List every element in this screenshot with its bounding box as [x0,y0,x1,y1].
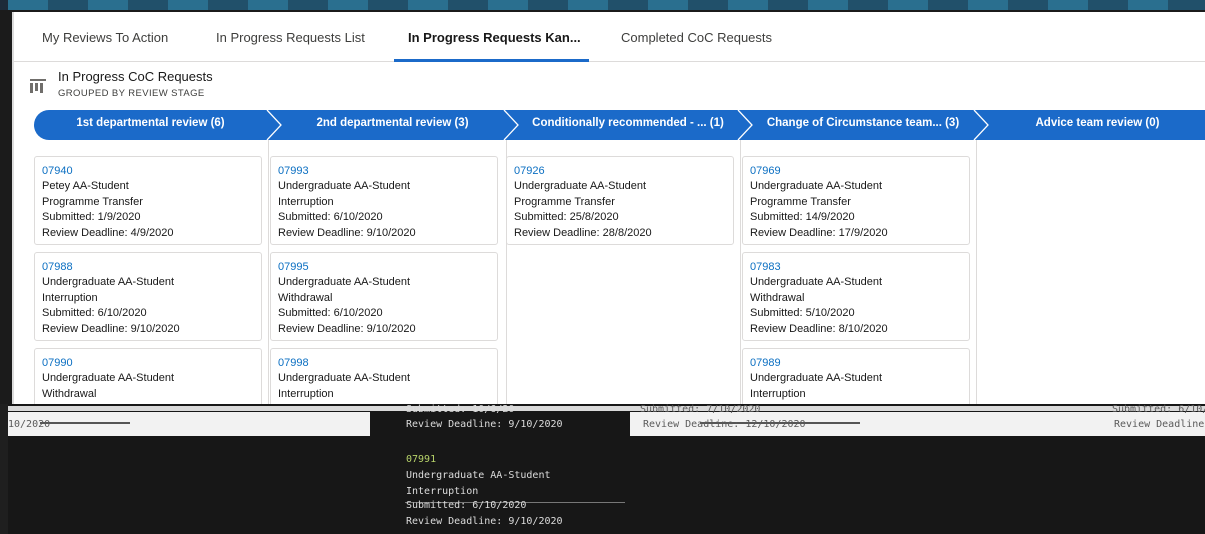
submitted-date: Submitted: 5/10/2020 [750,307,855,319]
request-id-link[interactable]: 07993 [278,164,497,179]
student-name: Undergraduate AA-Student [278,276,411,288]
review-deadline: Review Deadline: 9/10/2020 [278,226,416,239]
review-deadline: Review Deadline: 9/10/2020 [278,322,416,335]
glitch-edge [0,404,8,534]
tab-completed[interactable]: Completed CoC Requests [621,30,772,45]
review-deadline: Review Deadline: 8/10/2020 [750,322,888,335]
request-type: Interruption [750,387,806,400]
window-top-strip [0,0,1205,10]
request-id-link[interactable]: 07926 [514,164,733,179]
submitted-date: Submitted: 1/9/2020 [42,211,141,223]
request-card[interactable]: 07940 Petey AA-Student Programme Transfe… [34,156,262,245]
request-type: Interruption [278,195,334,208]
request-card[interactable]: 07993 Undergraduate AA-Student Interrupt… [270,156,498,245]
request-type: Programme Transfer [750,195,851,208]
request-card[interactable]: 07926 Undergraduate AA-Student Programme… [506,156,734,245]
request-card[interactable]: 07983 Undergraduate AA-Student Withdrawa… [742,252,970,341]
stage-2nd-departmental[interactable]: 2nd departmental review (3) [281,117,504,129]
glitch-text: Review Deadline: 9/10/2020 [406,419,563,430]
glitch-text: 10/2020 [8,419,51,430]
request-type: Programme Transfer [514,195,615,208]
stage-path: 1st departmental review (6) 2nd departme… [34,110,1205,140]
request-id-link[interactable]: 07990 [42,356,261,371]
glitch-band [0,406,1205,411]
tab-bar: My Reviews To Action In Progress Request… [14,12,1205,62]
request-id-link[interactable]: 07983 [750,260,969,275]
request-type: Programme Transfer [42,195,143,208]
request-type: Withdrawal [750,291,805,304]
request-type: Interruption [278,387,334,400]
glitch-text: Submitted: 7/10/2020 [640,404,761,415]
student-name: Undergraduate AA-Student [278,180,411,192]
student-name: Undergraduate AA-Student [42,276,175,288]
kanban-icon [30,79,46,93]
stage-advice-team[interactable]: Advice team review (0) [988,117,1205,129]
glitch-line [40,422,130,424]
glitch-text: Review Deadline: 12/10/2020 [643,419,806,430]
review-deadline: Review Deadline: 4/9/2020 [42,226,174,239]
glitch-text: 07991 [406,454,437,465]
glitch-text: Interruption [406,486,479,497]
tab-my-reviews[interactable]: My Reviews To Action [42,30,168,45]
student-name: Undergraduate AA-Student [750,180,883,192]
stage-conditionally-recommended[interactable]: Conditionally recommended - ... (1) [518,117,738,129]
kanban-panel: My Reviews To Action In Progress Request… [12,12,1205,404]
request-card[interactable]: 07988 Undergraduate AA-Student Interrupt… [34,252,262,341]
student-name: Undergraduate AA-Student [750,276,883,288]
stage-change-of-circumstance[interactable]: Change of Circumstance team... (3) [752,117,974,129]
student-name: Undergraduate AA-Student [278,372,411,384]
submitted-date: Submitted: 6/10/2020 [278,307,383,319]
review-deadline: Review Deadline: 28/8/2020 [514,226,652,239]
rendering-glitch-area: 10/2020 Submitted: 10/6/20 Review Deadli… [0,404,1205,534]
request-id-link[interactable]: 07989 [750,356,969,371]
column-divider [740,140,741,404]
request-type: Withdrawal [42,387,97,400]
request-id-link[interactable]: 07969 [750,164,969,179]
request-type: Interruption [42,291,98,304]
request-id-link[interactable]: 07998 [278,356,497,371]
request-card[interactable]: 07990 Undergraduate AA-Student Withdrawa… [34,348,262,404]
submitted-date: Submitted: 6/10/2020 [278,211,383,223]
column-divider [976,140,977,404]
submitted-date: Submitted: 14/9/2020 [750,211,855,223]
request-card[interactable]: 07995 Undergraduate AA-Student Withdrawa… [270,252,498,341]
student-name: Undergraduate AA-Student [514,180,647,192]
glitch-text: Submitted: 6/10/2020 [406,500,527,511]
glitch-text: Submitted: 10/6/20 [406,404,515,415]
request-id-link[interactable]: 07995 [278,260,497,275]
glitch-text: Review Deadline: 9/10/2020 [406,516,563,527]
glitch-text: Submitted: 6/10/2 [1112,404,1205,415]
request-card[interactable]: 07998 Undergraduate AA-Student Interrupt… [270,348,498,404]
review-deadline: Review Deadline: 9/10/2020 [42,322,180,335]
submitted-date: Submitted: 6/10/2020 [42,307,147,319]
request-card[interactable]: 07969 Undergraduate AA-Student Programme… [742,156,970,245]
review-deadline: Review Deadline: 17/9/2020 [750,226,888,239]
student-name: Undergraduate AA-Student [42,372,175,384]
list-subtitle: GROUPED BY REVIEW STAGE [58,88,205,99]
tab-in-progress-list[interactable]: In Progress Requests List [216,30,365,45]
request-id-link[interactable]: 07940 [42,164,261,179]
submitted-date: Submitted: 25/8/2020 [514,211,619,223]
list-title[interactable]: In Progress CoC Requests [58,69,213,84]
student-name: Petey AA-Student [42,180,129,192]
request-id-link[interactable]: 07988 [42,260,261,275]
top-banner [8,0,1205,10]
stage-1st-departmental[interactable]: 1st departmental review (6) [34,117,267,129]
student-name: Undergraduate AA-Student [750,372,883,384]
active-tab-indicator [394,59,589,62]
glitch-panel [0,412,370,436]
glitch-text: Undergraduate AA-Student [406,470,551,481]
request-type: Withdrawal [278,291,333,304]
column-divider [268,140,269,404]
glitch-text: Review Deadline: 9 [1114,419,1205,430]
tab-in-progress-kanban[interactable]: In Progress Requests Kan... [408,30,581,45]
request-card[interactable]: 07989 Undergraduate AA-Student Interrupt… [742,348,970,404]
